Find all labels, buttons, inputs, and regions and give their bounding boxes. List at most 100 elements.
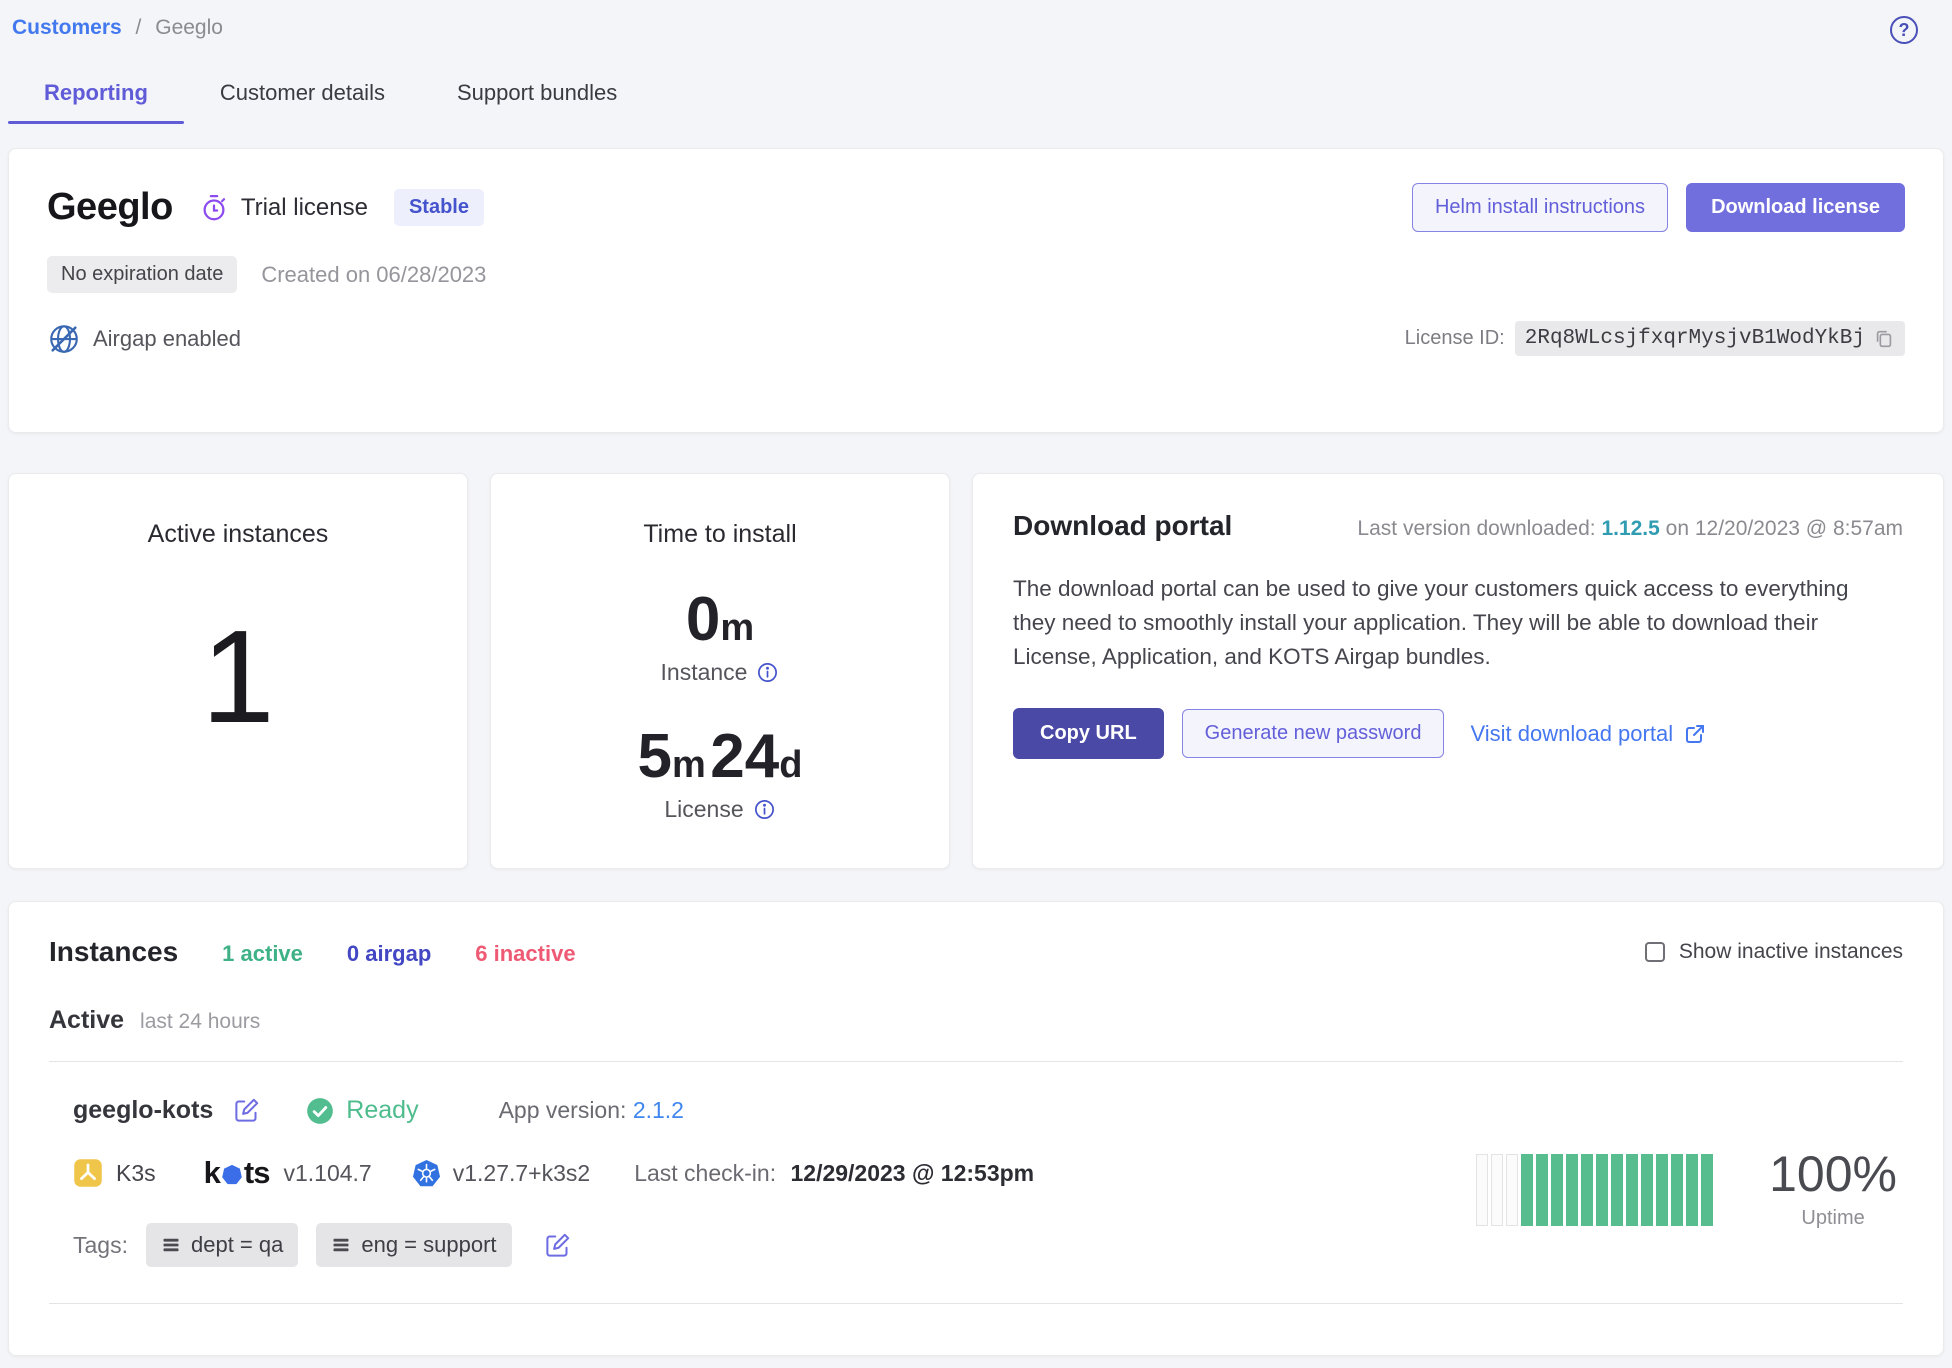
time-to-install-card: Time to install 0m Instance xyxy=(490,473,950,869)
uptime-bar-empty xyxy=(1506,1154,1518,1226)
ready-check-icon xyxy=(306,1097,334,1125)
show-inactive-toggle[interactable]: Show inactive instances xyxy=(1645,940,1903,964)
last-checkin-label: Last check-in: xyxy=(634,1160,776,1186)
app-version-link[interactable]: 2.1.2 xyxy=(633,1097,684,1123)
last-version-date: on 12/20/2023 @ 8:57am xyxy=(1666,517,1903,540)
license-id-chip: 2Rq8WLcsjfxqrMysjvB1WodYkBj xyxy=(1515,321,1905,356)
uptime-bar-filled xyxy=(1701,1154,1713,1226)
expiration-badge: No expiration date xyxy=(47,256,237,293)
generate-new-password-button[interactable]: Generate new password xyxy=(1182,709,1445,758)
airgap-label: Airgap enabled xyxy=(93,326,241,352)
tag-chip: eng = support xyxy=(316,1223,511,1267)
uptime-bar-filled xyxy=(1686,1154,1698,1226)
license-id-value: 2Rq8WLcsjfxqrMysjvB1WodYkBj xyxy=(1525,327,1865,350)
kots-logo-o-icon xyxy=(221,1164,243,1186)
license-time-value-2: 24 xyxy=(710,722,779,791)
breadcrumb-current: Geeglo xyxy=(155,16,223,39)
instance-time-label: Instance xyxy=(661,659,748,686)
license-type-label: Trial license xyxy=(241,194,368,222)
uptime-bar-filled xyxy=(1596,1154,1608,1226)
active-count-link[interactable]: 1 active xyxy=(222,941,303,967)
kots-version: v1.104.7 xyxy=(283,1160,371,1187)
instance-status-label: Ready xyxy=(346,1096,418,1125)
instance-install-time: 0m Instance xyxy=(491,589,949,686)
tag-lines-icon xyxy=(161,1235,181,1255)
time-to-install-title: Time to install xyxy=(491,520,949,549)
active-instances-title: Active instances xyxy=(9,520,467,549)
uptime-bar-filled xyxy=(1521,1154,1533,1226)
uptime-value: 100% xyxy=(1769,1149,1897,1199)
divider xyxy=(49,1303,1903,1304)
tab-support-bundles[interactable]: Support bundles xyxy=(421,70,653,124)
kots-logo-ts: ts xyxy=(244,1155,270,1191)
active-instances-card: Active instances 1 xyxy=(8,473,468,869)
created-date: Created on 06/28/2023 xyxy=(261,262,486,288)
inactive-count-link[interactable]: 6 inactive xyxy=(475,941,575,967)
copy-icon[interactable] xyxy=(1873,328,1895,350)
distribution-label: K3s xyxy=(116,1160,156,1187)
download-portal-title: Download portal xyxy=(1013,510,1232,542)
show-inactive-label: Show inactive instances xyxy=(1679,940,1903,964)
app-version-label: App version: xyxy=(499,1097,627,1123)
license-id-label: License ID: xyxy=(1405,327,1505,350)
copy-url-button[interactable]: Copy URL xyxy=(1013,708,1164,759)
uptime-bar-empty xyxy=(1476,1154,1488,1226)
download-license-button[interactable]: Download license xyxy=(1686,183,1905,232)
breadcrumb-separator: / xyxy=(136,16,142,39)
license-type: Trial license xyxy=(199,193,368,223)
license-time-unit-1: m xyxy=(672,744,706,786)
tab-reporting[interactable]: Reporting xyxy=(8,70,184,124)
kots-logo-k: k xyxy=(204,1155,220,1191)
tags-label: Tags: xyxy=(73,1232,128,1259)
uptime-bar-empty xyxy=(1491,1154,1503,1226)
last-version-value[interactable]: 1.12.5 xyxy=(1601,517,1659,540)
k3s-icon xyxy=(73,1158,103,1188)
uptime-bar-filled xyxy=(1656,1154,1668,1226)
edit-name-icon[interactable] xyxy=(233,1097,260,1124)
tag-value: dept = qa xyxy=(191,1232,283,1258)
active-section-sublabel: last 24 hours xyxy=(140,1010,260,1034)
download-portal-card: Download portal Last version downloaded:… xyxy=(972,473,1944,869)
airgap-count-link[interactable]: 0 airgap xyxy=(347,941,431,967)
uptime-bar-filled xyxy=(1551,1154,1563,1226)
tab-bar: Reporting Customer details Support bundl… xyxy=(8,70,1944,124)
info-icon[interactable] xyxy=(753,798,776,821)
help-icon[interactable]: ? xyxy=(1890,16,1918,44)
uptime-bar-filled xyxy=(1611,1154,1623,1226)
instance-time-value: 0 xyxy=(686,585,720,654)
kots-logo: k ts xyxy=(204,1155,270,1191)
license-install-time: 5m 24d License xyxy=(491,726,949,823)
kots-version-group: k ts v1.104.7 xyxy=(204,1155,372,1191)
tab-customer-details[interactable]: Customer details xyxy=(184,70,421,124)
last-checkin-value: 12/29/2023 @ 12:53pm xyxy=(790,1160,1034,1186)
uptime-bar-filled xyxy=(1641,1154,1653,1226)
kubernetes-version: v1.27.7+k3s2 xyxy=(453,1160,590,1187)
stats-row: Active instances 1 Time to install 0m In… xyxy=(8,473,1944,869)
visit-download-portal-label: Visit download portal xyxy=(1470,721,1673,747)
license-id-row: License ID: 2Rq8WLcsjfxqrMysjvB1WodYkBj xyxy=(1405,321,1905,356)
license-summary-card: Geeglo Trial license Stable Helm i xyxy=(8,148,1944,433)
top-bar: Customers / Geeglo ? xyxy=(8,10,1944,44)
timer-icon xyxy=(199,193,229,223)
airgap-status: Airgap enabled xyxy=(47,322,241,356)
channel-badge: Stable xyxy=(394,189,484,226)
last-version-label: Last version downloaded: xyxy=(1357,517,1595,540)
breadcrumb-customers-link[interactable]: Customers xyxy=(12,16,122,39)
kubernetes-icon xyxy=(412,1159,441,1188)
info-icon[interactable] xyxy=(756,661,779,684)
uptime-bar-filled xyxy=(1581,1154,1593,1226)
instances-title: Instances xyxy=(49,936,178,968)
distribution: K3s xyxy=(73,1158,156,1188)
helm-install-instructions-button[interactable]: Helm install instructions xyxy=(1412,183,1668,232)
edit-tags-icon[interactable] xyxy=(544,1232,571,1259)
app-version: App version: 2.1.2 xyxy=(499,1097,684,1124)
external-link-icon xyxy=(1683,722,1707,746)
last-version-downloaded: Last version downloaded: 1.12.5 on 12/20… xyxy=(1357,517,1903,541)
uptime-stat: 100% Uptime xyxy=(1769,1149,1897,1230)
visit-download-portal-link[interactable]: Visit download portal xyxy=(1470,721,1707,747)
customer-name: Geeglo xyxy=(47,186,173,229)
last-checkin: Last check-in: 12/29/2023 @ 12:53pm xyxy=(634,1160,1034,1187)
show-inactive-checkbox[interactable] xyxy=(1645,942,1665,962)
license-time-value-1: 5 xyxy=(638,722,672,791)
instances-card: Instances 1 active 0 airgap 6 inactive S… xyxy=(8,901,1944,1356)
